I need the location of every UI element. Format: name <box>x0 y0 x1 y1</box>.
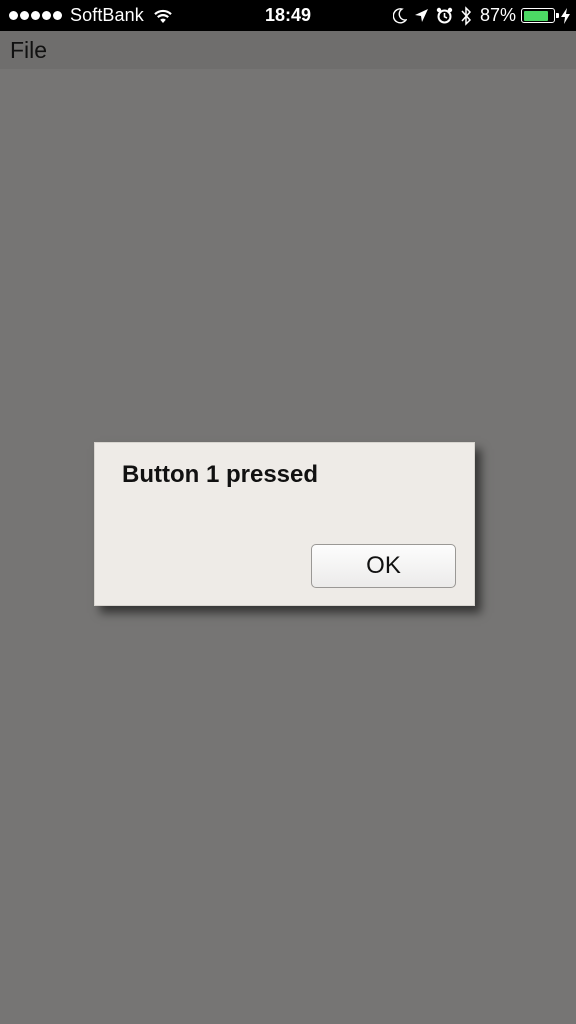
file-menu[interactable]: File <box>10 31 47 69</box>
ok-button[interactable]: OK <box>311 544 456 588</box>
dialog-message: Button 1 pressed <box>122 461 319 488</box>
message-dialog: Button 1 pressed OK <box>94 442 475 606</box>
battery-fill <box>523 10 548 21</box>
alarm-icon <box>436 7 453 24</box>
status-bar: SoftBank 18:49 87% <box>0 0 576 31</box>
status-bar-right: 87% <box>386 0 570 31</box>
battery-icon <box>521 8 559 23</box>
charging-bolt-icon <box>561 7 570 24</box>
battery-percent: 87% <box>479 5 516 25</box>
location-arrow-icon <box>414 8 429 23</box>
bluetooth-icon <box>460 5 472 26</box>
menu-bar: File <box>0 31 576 69</box>
moon-icon <box>392 7 407 24</box>
